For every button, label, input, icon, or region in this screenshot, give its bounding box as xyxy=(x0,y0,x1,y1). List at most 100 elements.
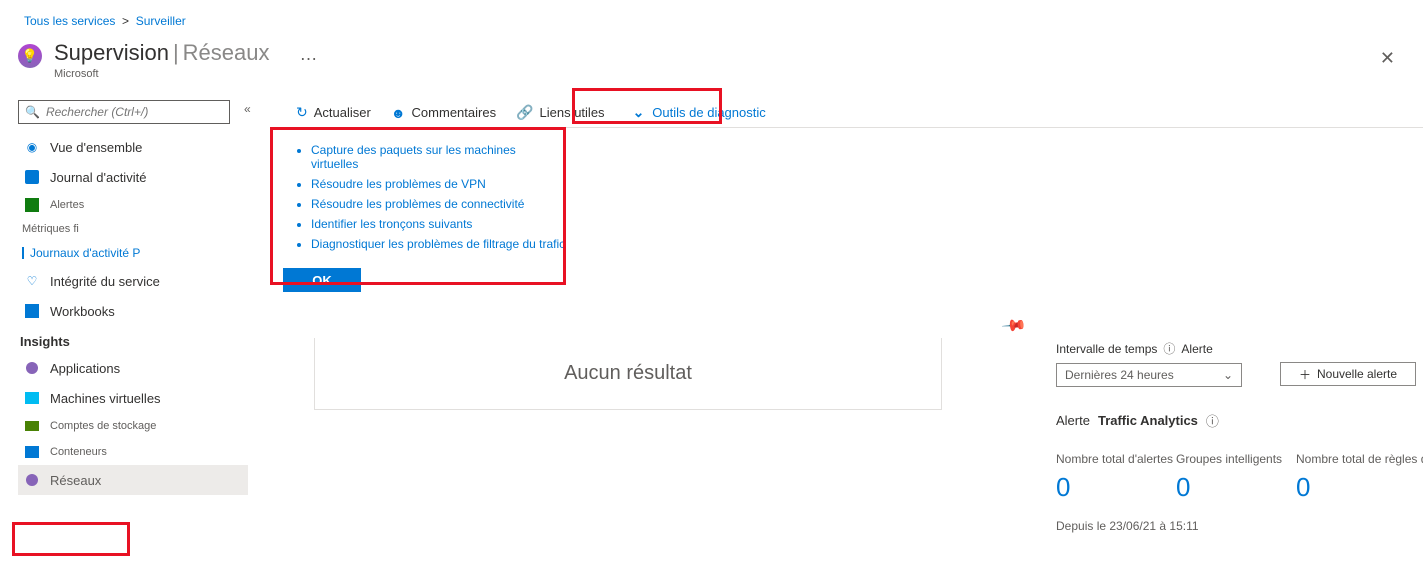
link-icon: 🔗 xyxy=(516,104,533,121)
diag-item-packet-capture[interactable]: Capture des paquets sur les machines vir… xyxy=(311,140,566,174)
metric-label: Nombre total d'alertes xyxy=(1056,452,1168,466)
since-timestamp: Depuis le 23/06/21 à 15:11 xyxy=(1056,519,1419,533)
chevron-down-icon: ⌄ xyxy=(633,104,645,121)
diag-item-next-hops[interactable]: Identifier les tronçons suivants xyxy=(311,214,566,234)
sidebar-item-networks[interactable]: Réseaux xyxy=(18,465,248,495)
sidebar-item-label: Conteneurs xyxy=(50,446,107,458)
time-range-select[interactable]: Dernières 24 heures ⌄ xyxy=(1056,363,1242,387)
search-input[interactable] xyxy=(46,105,223,119)
sidebar-item-alerts[interactable]: Alertes xyxy=(18,192,248,218)
sidebar: ◉ Vue d'ensemble Journal d'activité Aler… xyxy=(18,132,248,495)
sidebar-item-containers[interactable]: Conteneurs xyxy=(18,439,248,465)
ok-button[interactable]: OK xyxy=(283,268,361,292)
workbook-icon xyxy=(24,303,40,319)
toolbar-label: Actualiser xyxy=(314,105,371,120)
container-icon xyxy=(24,444,40,460)
application-icon xyxy=(24,360,40,376)
eye-icon: ◉ xyxy=(24,139,40,155)
storage-icon xyxy=(24,418,40,434)
search-icon: 🔍 xyxy=(25,105,40,119)
sidebar-item-service-health[interactable]: ♡ Intégrité du service xyxy=(18,266,248,296)
sidebar-item-storage[interactable]: Comptes de stockage xyxy=(18,413,248,439)
collapse-sidebar-icon[interactable]: « xyxy=(244,102,251,116)
sidebar-item-label: Intégrité du service xyxy=(50,274,160,289)
refresh-icon: ↻ xyxy=(296,104,308,121)
metric-total-rules: Nombre total de règles d 0 xyxy=(1296,452,1419,503)
sidebar-section-insights: Insights xyxy=(18,326,248,353)
page-header: 💡 Supervision | Réseaux … Microsoft xyxy=(18,40,318,80)
breadcrumb: Tous les services > Surveiller xyxy=(24,14,186,28)
sidebar-item-label: Workbooks xyxy=(50,304,115,319)
monitor-logo-icon: 💡 xyxy=(18,44,42,68)
diag-item-connectivity[interactable]: Résoudre les problèmes de connectivité xyxy=(311,194,566,214)
toolbar: ↻ Actualiser ☻ Commentaires 🔗 Liens util… xyxy=(290,100,776,125)
plus-icon: ＋ xyxy=(1299,366,1311,383)
metric-value: 0 xyxy=(1176,472,1288,503)
network-icon xyxy=(24,472,40,488)
metric-label: Groupes intelligents xyxy=(1176,452,1288,466)
new-alert-button[interactable]: ＋ Nouvelle alerte xyxy=(1280,362,1416,386)
page-subtitle: Microsoft xyxy=(54,68,318,80)
metric-total-alerts: Nombre total d'alertes 0 xyxy=(1056,452,1168,503)
no-result-card: Aucun résultat xyxy=(314,338,942,410)
page-title-divider: | xyxy=(173,40,179,66)
page-title: Supervision xyxy=(54,40,169,66)
diagnostic-tools-panel: Capture des paquets sur les machines vir… xyxy=(283,140,566,292)
bar-icon xyxy=(22,247,24,259)
more-menu-icon[interactable]: … xyxy=(300,44,318,65)
traffic-analytics-title: Traffic Analytics xyxy=(1098,413,1198,428)
diag-item-traffic-filter[interactable]: Diagnostiquer les problèmes de filtrage … xyxy=(311,234,566,254)
toolbar-label: Outils de diagnostic xyxy=(652,105,765,120)
metric-value: 0 xyxy=(1056,472,1168,503)
sidebar-item-label: Vue d'ensemble xyxy=(50,140,142,155)
sidebar-item-label: Réseaux xyxy=(50,473,101,488)
sidebar-item-label: Journal d'activité xyxy=(50,170,146,185)
pin-icon[interactable]: 📌 xyxy=(1000,312,1028,340)
sidebar-item-activity-logs-p[interactable]: Journaux d'activité P xyxy=(18,240,248,266)
alert-word: Alerte xyxy=(1056,413,1090,428)
diag-item-vpn[interactable]: Résoudre les problèmes de VPN xyxy=(311,174,566,194)
sidebar-item-vms[interactable]: Machines virtuelles xyxy=(18,383,248,413)
sidebar-item-applications[interactable]: Applications xyxy=(18,353,248,383)
toolbar-label: Liens utiles xyxy=(540,105,605,120)
metric-label: Nombre total de règles d xyxy=(1296,452,1419,466)
book-icon xyxy=(24,169,40,185)
new-alert-label: Nouvelle alerte xyxy=(1317,367,1397,381)
info-icon[interactable]: ⓘ xyxy=(1163,340,1175,357)
diagnostic-tools-list: Capture des paquets sur les machines vir… xyxy=(283,140,566,254)
close-icon[interactable]: ✕ xyxy=(1380,48,1395,69)
sidebar-search[interactable]: 🔍 xyxy=(18,100,230,124)
sidebar-item-label: Applications xyxy=(50,361,120,376)
diagnostic-tools-button[interactable]: ⌄ Outils de diagnostic xyxy=(623,100,776,125)
metric-value: 0 xyxy=(1296,472,1419,503)
chevron-down-icon: ⌄ xyxy=(1223,368,1233,382)
highlight-networks-nav xyxy=(12,522,130,556)
flag-icon xyxy=(24,197,40,213)
sidebar-item-metrics[interactable]: Métriques fi xyxy=(18,218,248,240)
refresh-button[interactable]: ↻ Actualiser xyxy=(290,100,377,125)
comments-button[interactable]: ☻ Commentaires xyxy=(385,101,502,125)
page-title-section: Réseaux xyxy=(183,40,270,66)
toolbar-divider xyxy=(270,127,1423,128)
no-result-text: Aucun résultat xyxy=(564,362,692,385)
heart-icon: ♡ xyxy=(24,273,40,289)
sidebar-item-label: Machines virtuelles xyxy=(50,391,161,406)
time-range-label: Dernières 24 heures xyxy=(1065,368,1174,382)
breadcrumb-all-services[interactable]: Tous les services xyxy=(24,14,115,28)
alerts-panel: Intervalle de temps ⓘ Alerte Dernières 2… xyxy=(1056,340,1419,533)
sidebar-item-label: Métriques fi xyxy=(22,223,79,235)
sidebar-item-overview[interactable]: ◉ Vue d'ensemble xyxy=(18,132,248,162)
sidebar-item-activity-log[interactable]: Journal d'activité xyxy=(18,162,248,192)
info-icon[interactable]: ⓘ xyxy=(1206,411,1219,430)
vm-icon xyxy=(24,390,40,406)
sidebar-item-label: Journaux d'activité P xyxy=(30,246,140,260)
sidebar-item-label: Comptes de stockage xyxy=(50,420,156,432)
toolbar-label: Commentaires xyxy=(412,105,497,120)
interval-label: Intervalle de temps xyxy=(1056,342,1157,356)
alert-label: Alerte xyxy=(1181,342,1212,356)
metric-smart-groups: Groupes intelligents 0 xyxy=(1176,452,1288,503)
breadcrumb-monitor[interactable]: Surveiller xyxy=(136,14,186,28)
sidebar-item-workbooks[interactable]: Workbooks xyxy=(18,296,248,326)
chat-icon: ☻ xyxy=(391,105,406,121)
useful-links-button[interactable]: 🔗 Liens utiles xyxy=(510,100,610,125)
